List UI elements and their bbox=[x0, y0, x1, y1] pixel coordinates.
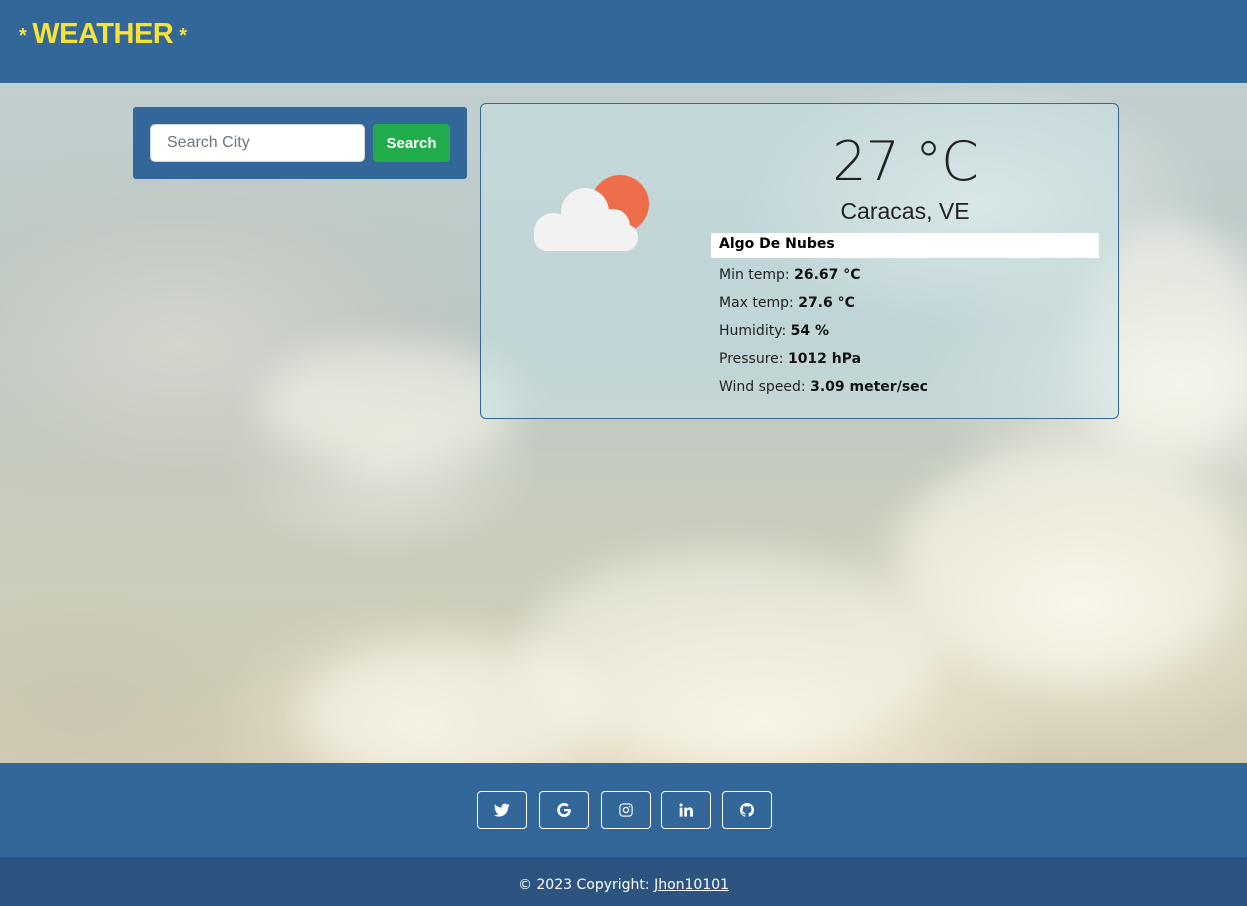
stat-label: Pressure: bbox=[719, 351, 784, 367]
weather-card: 27 °C Caracas, VE Algo De Nubes Min temp… bbox=[480, 103, 1119, 419]
stat-label: Max temp: bbox=[719, 295, 794, 311]
brand-star-left: * bbox=[19, 25, 27, 47]
google-icon bbox=[557, 803, 571, 817]
city-name: Caracas, VE bbox=[840, 198, 970, 224]
stat-label: Min temp: bbox=[719, 267, 790, 283]
instagram-icon bbox=[619, 803, 633, 817]
author-link[interactable]: Jhon10101 bbox=[654, 877, 729, 893]
instagram-button[interactable] bbox=[601, 791, 651, 829]
github-icon bbox=[740, 803, 755, 817]
copyright-footer: © 2023 Copyright: Jhon10101 bbox=[0, 857, 1247, 906]
linkedin-button[interactable] bbox=[661, 791, 711, 829]
stat-value: 3.09 meter/sec bbox=[810, 379, 928, 395]
brand-title: WEATHER bbox=[32, 18, 174, 50]
cloud-sun-icon bbox=[534, 175, 649, 251]
cloud-blob bbox=[900, 443, 1240, 683]
brand-star-right: * bbox=[179, 25, 187, 47]
copyright-text: © 2023 Copyright: bbox=[517, 877, 655, 893]
stat-value: 26.67 °C bbox=[794, 267, 861, 283]
stat-value: 1012 hPa bbox=[787, 351, 862, 367]
search-panel: Search bbox=[133, 107, 467, 179]
search-city-input[interactable] bbox=[150, 124, 365, 162]
navbar: * WEATHER * bbox=[0, 0, 1247, 83]
stat-label: Humidity: bbox=[719, 323, 787, 339]
brand-logo[interactable]: * WEATHER * bbox=[19, 18, 187, 51]
twitter-icon bbox=[494, 803, 510, 817]
search-button[interactable]: Search bbox=[373, 124, 450, 162]
stat-min-temp: Min temp: 26.67 °C bbox=[719, 264, 1099, 292]
social-links-bar bbox=[0, 763, 1247, 857]
stat-value: 27.6 °C bbox=[798, 295, 855, 311]
twitter-button[interactable] bbox=[477, 791, 527, 829]
weather-description: Algo De Nubes bbox=[711, 233, 1099, 258]
weather-stats: Min temp: 26.67 °C Max temp: 27.6 °C Hum… bbox=[719, 264, 1099, 404]
linkedin-icon bbox=[679, 803, 693, 817]
github-button[interactable] bbox=[722, 791, 772, 829]
stat-value: 54 % bbox=[790, 323, 830, 339]
stat-wind-speed: Wind speed: 3.09 meter/sec bbox=[719, 376, 1099, 404]
stat-pressure: Pressure: 1012 hPa bbox=[719, 348, 1099, 376]
stat-max-temp: Max temp: 27.6 °C bbox=[719, 292, 1099, 320]
stat-humidity: Humidity: 54 % bbox=[719, 320, 1099, 348]
stat-label: Wind speed: bbox=[719, 379, 806, 395]
google-button[interactable] bbox=[539, 791, 589, 829]
temperature: 27 °C bbox=[832, 130, 979, 193]
